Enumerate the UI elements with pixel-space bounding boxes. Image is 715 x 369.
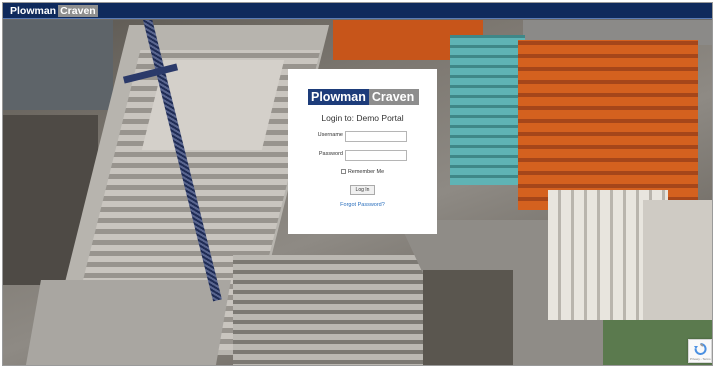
recaptcha-text[interactable]: Privacy - Terms <box>690 357 711 361</box>
login-panel: Plowman Craven Login to: Demo Portal Use… <box>288 69 437 234</box>
remember-me-checkbox[interactable] <box>340 169 346 175</box>
remember-me-label: Remember Me <box>347 169 385 175</box>
browser-viewport: Plowman Craven Plowman Craven Login to: … <box>2 2 713 366</box>
header-logo-part2: Craven <box>58 5 98 17</box>
password-input[interactable] <box>345 150 407 161</box>
login-logo-part1: Plowman <box>308 89 369 105</box>
login-logo: Plowman Craven <box>308 89 419 105</box>
recaptcha-icon <box>694 342 707 355</box>
login-button[interactable]: Log In <box>350 185 375 195</box>
password-row: Password <box>288 150 437 161</box>
top-header-bar: Plowman Craven <box>3 3 712 19</box>
username-label: Username <box>317 132 343 138</box>
remember-me[interactable]: Remember Me <box>288 169 437 175</box>
login-logo-part2: Craven <box>368 89 419 105</box>
username-row: Username <box>288 131 437 142</box>
header-logo-part1: Plowman <box>10 5 57 17</box>
forgot-password-link[interactable]: Forgot Password? <box>288 202 437 208</box>
header-logo[interactable]: Plowman Craven <box>10 5 98 17</box>
recaptcha-badge[interactable]: Privacy - Terms <box>688 339 712 363</box>
password-label: Password <box>318 151 343 157</box>
login-title: Login to: Demo Portal <box>321 113 404 123</box>
username-input[interactable] <box>345 131 407 142</box>
